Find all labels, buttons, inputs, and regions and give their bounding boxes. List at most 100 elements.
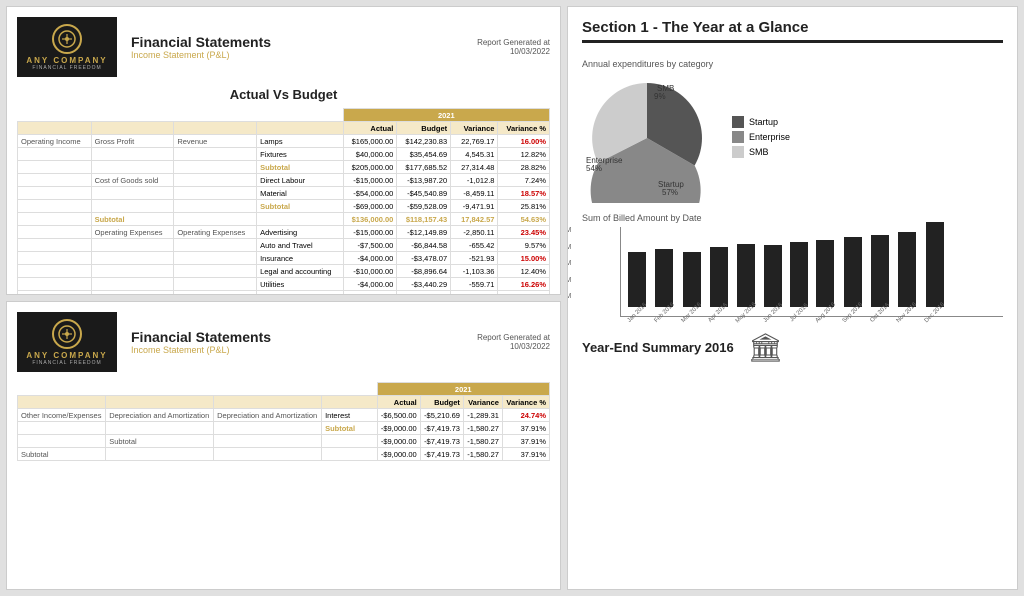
- bar-chart-outer: $2.50M $2.00M $1.50M $1.00M $0.50M $0.0M…: [582, 227, 1003, 317]
- col-budget: Budget: [397, 122, 451, 135]
- page-2-card: ANY COMPANY FINANCIAL FREEDOM Financial …: [6, 301, 561, 590]
- table-row: [18, 226, 92, 239]
- bar-column: Mar 2016: [679, 252, 704, 316]
- y-label-6: $0.0M: [567, 310, 571, 317]
- pie-chart-area: SMB 9% Enterprise 54% Startup 57% Startu…: [582, 73, 1003, 203]
- table-row: [18, 435, 106, 448]
- pie-chart: SMB 9% Enterprise 54% Startup 57%: [582, 73, 712, 203]
- page-1-header: ANY COMPANY FINANCIAL FREEDOM Financial …: [17, 17, 550, 77]
- table-row: [18, 278, 92, 291]
- startup-label: Startup: [749, 117, 778, 127]
- bar-column: Feb 2016: [652, 249, 677, 316]
- year-header-1: 2021: [343, 109, 549, 122]
- bar-column: Nov 2016: [894, 232, 920, 316]
- bar-rect: [764, 245, 782, 307]
- bar-rect: [790, 242, 808, 307]
- income-statement-label-1: Income Statement (P&L): [131, 50, 463, 60]
- table-row: [18, 148, 92, 161]
- financial-table-2: 2021 Actual Budget Variance Variance % O…: [17, 382, 550, 461]
- bar-rect: [737, 244, 755, 307]
- bar-section: Sum of Billed Amount by Date $2.50M $2.0…: [582, 213, 1003, 317]
- table-row: [18, 239, 92, 252]
- y-label-3: $1.50M: [567, 260, 571, 267]
- svg-text:57%: 57%: [662, 188, 678, 197]
- table-row: [18, 187, 92, 200]
- page-2-header: ANY COMPANY FINANCIAL FREEDOM Financial …: [17, 312, 550, 372]
- svg-text:54%: 54%: [586, 164, 602, 173]
- page-1-card: ANY COMPANY FINANCIAL FREEDOM Financial …: [6, 6, 561, 295]
- legend-startup: Startup: [732, 116, 790, 128]
- table-row: [18, 422, 106, 435]
- logo-2: ANY COMPANY FINANCIAL FREEDOM: [17, 312, 117, 372]
- logo-circle: [52, 24, 82, 54]
- bar-column: Dec 2016: [922, 222, 948, 316]
- logo: ANY COMPANY FINANCIAL FREEDOM: [17, 17, 117, 77]
- bar-column: Jul 2016: [788, 242, 811, 316]
- bar-rect: [926, 222, 944, 307]
- logo-circle-2: [52, 319, 82, 349]
- bank-icon: 🏛: [748, 331, 784, 364]
- bar-column: Aug 2016: [813, 240, 839, 316]
- bar-column: Apr 2016: [706, 247, 730, 316]
- company-name-2: ANY COMPANY: [26, 351, 107, 360]
- table-title-1: Actual Vs Budget: [17, 87, 550, 102]
- enterprise-swatch: [732, 131, 744, 143]
- pie-label: Annual expenditures by category: [582, 59, 1003, 69]
- bar-rect: [683, 252, 701, 307]
- table-row: [18, 265, 92, 278]
- table-row: [18, 174, 92, 187]
- table-row: [18, 291, 92, 296]
- company-name-1: ANY COMPANY: [26, 56, 107, 65]
- smb-label: SMB: [749, 147, 769, 157]
- col-variance-pct: Variance %: [498, 122, 550, 135]
- table-row: [18, 213, 92, 226]
- startup-swatch: [732, 116, 744, 128]
- report-date-value-1: 10/03/2022: [477, 47, 550, 56]
- bar-column: Sep 2016: [840, 237, 866, 316]
- report-date-label-2: Report Generated at: [477, 333, 550, 342]
- bar-rect: [628, 252, 646, 307]
- company-tagline-2: FINANCIAL FREEDOM: [32, 360, 101, 366]
- report-date-value-2: 10/03/2022: [477, 342, 550, 351]
- table-row: Other Income/Expenses: [18, 409, 106, 422]
- svg-text:9%: 9%: [654, 92, 666, 101]
- pie-legend: Startup Enterprise SMB: [732, 116, 790, 161]
- y-label-4: $1.00M: [567, 277, 571, 284]
- financial-statements-title-1: Financial Statements: [131, 34, 463, 50]
- col-cat3: [174, 122, 257, 135]
- table-row: [18, 200, 92, 213]
- income-statement-label-2: Income Statement (P&L): [131, 345, 463, 355]
- y-labels: $2.50M $2.00M $1.50M $1.00M $0.50M $0.0M: [567, 227, 571, 317]
- col-item: [257, 122, 343, 135]
- right-panel: Section 1 - The Year at a Glance Annual …: [567, 6, 1018, 590]
- bar-column: Jan 2016: [625, 252, 650, 316]
- year-end-title: Year-End Summary 2016: [582, 340, 734, 355]
- legend-enterprise: Enterprise: [732, 131, 790, 143]
- y-label-5: $0.50M: [567, 293, 571, 300]
- bar-rect: [871, 235, 889, 307]
- bar-rect: [816, 240, 834, 307]
- pie-section: Annual expenditures by category SMB: [582, 59, 1003, 203]
- legend-smb: SMB: [732, 146, 790, 158]
- col-variance: Variance: [451, 122, 498, 135]
- bar-rect: [898, 232, 916, 307]
- bar-column: Jun 2016: [761, 245, 786, 316]
- financial-statements-title-2: Financial Statements: [131, 329, 463, 345]
- col-cat2: [91, 122, 174, 135]
- left-panel: ANY COMPANY FINANCIAL FREEDOM Financial …: [6, 6, 561, 590]
- report-date-label-1: Report Generated at: [477, 38, 550, 47]
- table-row: Operating Income: [18, 135, 92, 148]
- table-row: [18, 161, 92, 174]
- table-row: [18, 252, 92, 265]
- company-tagline-1: FINANCIAL FREEDOM: [32, 65, 101, 71]
- enterprise-label: Enterprise: [749, 132, 790, 142]
- section-title: Section 1 - The Year at a Glance: [582, 19, 1003, 43]
- year-header-2: 2021: [377, 383, 550, 396]
- y-label-1: $2.50M: [567, 227, 571, 234]
- table-row: Subtotal: [18, 448, 106, 461]
- bar-rect: [844, 237, 862, 307]
- bar-rect: [655, 249, 673, 307]
- col-cat1: [18, 122, 92, 135]
- smb-swatch: [732, 146, 744, 158]
- col-actual: Actual: [343, 122, 397, 135]
